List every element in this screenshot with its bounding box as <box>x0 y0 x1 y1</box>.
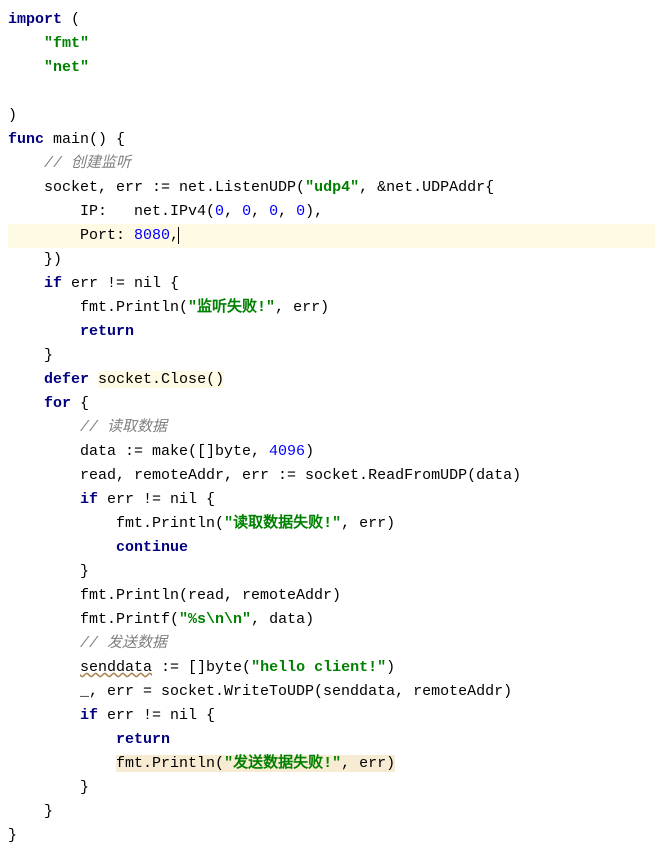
code-line: fmt.Println("发送数据失败!", err) <box>8 752 655 776</box>
ident: err != nil { <box>62 275 179 292</box>
code-line: func main() { <box>8 128 655 152</box>
ident: fmt.Println( <box>116 515 224 532</box>
keyword: if <box>80 491 98 508</box>
text-cursor <box>178 227 179 244</box>
code-line: fmt.Printf("%s\n\n", data) <box>8 608 655 632</box>
number: 4096 <box>269 443 305 460</box>
code-line: _, err = socket.WriteToUDP(senddata, rem… <box>8 680 655 704</box>
ident: ) <box>305 443 314 460</box>
ident: , err) <box>341 755 395 772</box>
ident: fmt.Printf( <box>80 611 179 628</box>
code-line: fmt.Println("读取数据失败!", err) <box>8 512 655 536</box>
ident: } <box>80 563 89 580</box>
code-line: return <box>8 728 655 752</box>
ident: } <box>44 347 53 364</box>
keyword: for <box>44 395 71 412</box>
ident: }) <box>44 251 62 268</box>
ident: fmt.Println( <box>116 755 224 772</box>
code-line: senddata := []byte("hello client!") <box>8 656 655 680</box>
highlight: socket.Close() <box>98 371 224 388</box>
code-line: if err != nil { <box>8 488 655 512</box>
ident: fmt.Println(read, remoteAddr) <box>80 587 341 604</box>
code-line: socket, err := net.ListenUDP("udp4", &ne… <box>8 176 655 200</box>
code-line: // 读取数据 <box>8 416 655 440</box>
ident: err != nil { <box>98 491 215 508</box>
code-line: continue <box>8 536 655 560</box>
ident: ), <box>305 203 323 220</box>
code-line: defer socket.Close() <box>8 368 655 392</box>
code-editor[interactable]: import ( "fmt" "net" ) func main() { // … <box>8 8 655 848</box>
code-line: }) <box>8 248 655 272</box>
ident: := []byte( <box>152 659 251 676</box>
code-line: for { <box>8 392 655 416</box>
ident: main() { <box>53 131 125 148</box>
ident: err != nil { <box>98 707 215 724</box>
ident: } <box>80 779 89 796</box>
code-line: fmt.Println("监听失败!", err) <box>8 296 655 320</box>
ident: socket, err := net.ListenUDP( <box>44 179 305 196</box>
code-line: // 发送数据 <box>8 632 655 656</box>
ident: _, err = socket.WriteToUDP(senddata, rem… <box>80 683 512 700</box>
keyword: return <box>80 323 134 340</box>
string: "监听失败!" <box>188 299 275 316</box>
ident: read, remoteAddr, err := socket.ReadFrom… <box>80 467 521 484</box>
code-line: } <box>8 824 655 848</box>
ident: ) <box>386 659 395 676</box>
keyword: return <box>116 731 170 748</box>
string: "%s\n\n" <box>179 611 251 628</box>
code-line: read, remoteAddr, err := socket.ReadFrom… <box>8 464 655 488</box>
code-line: data := make([]byte, 4096) <box>8 440 655 464</box>
code-line: IP: net.IPv4(0, 0, 0, 0), <box>8 200 655 224</box>
ident: , err) <box>275 299 329 316</box>
ident: fmt.Println( <box>80 299 188 316</box>
string: "fmt" <box>44 35 89 52</box>
string: "hello client!" <box>251 659 386 676</box>
keyword: defer <box>44 371 89 388</box>
keyword: import <box>8 11 62 28</box>
code-line: } <box>8 776 655 800</box>
ident: IP: net.IPv4( <box>80 203 215 220</box>
code-line: // 创建监听 <box>8 152 655 176</box>
keyword: if <box>44 275 62 292</box>
keyword: func <box>8 131 44 148</box>
unreachable-highlight: fmt.Println("发送数据失败!", err) <box>116 755 395 772</box>
warning-underline: senddata <box>80 659 152 676</box>
number: 8080 <box>134 227 170 244</box>
code-line: "fmt" <box>8 32 655 56</box>
ident: , data) <box>251 611 314 628</box>
code-line: return <box>8 320 655 344</box>
ident: } <box>44 803 53 820</box>
ident: Port: <box>80 227 134 244</box>
code-line <box>8 80 655 104</box>
number: 0 <box>269 203 278 220</box>
number: 0 <box>242 203 251 220</box>
number: 0 <box>296 203 305 220</box>
string: "net" <box>44 59 89 76</box>
ident: { <box>71 395 89 412</box>
code-line: } <box>8 344 655 368</box>
ident: , &net.UDPAddr{ <box>359 179 494 196</box>
comment: // 读取数据 <box>80 419 167 436</box>
ident: } <box>8 827 17 844</box>
ident: , err) <box>341 515 395 532</box>
code-line: } <box>8 560 655 584</box>
string: "发送数据失败!" <box>224 755 341 772</box>
code-line: } <box>8 800 655 824</box>
code-line: fmt.Println(read, remoteAddr) <box>8 584 655 608</box>
comment: // 发送数据 <box>80 635 167 652</box>
string: "udp4" <box>305 179 359 196</box>
code-line: "net" <box>8 56 655 80</box>
code-line: if err != nil { <box>8 704 655 728</box>
ident: data := make([]byte, <box>80 443 269 460</box>
code-line: ) <box>8 104 655 128</box>
keyword: continue <box>116 539 188 556</box>
code-line: import ( <box>8 8 655 32</box>
comment: // 创建监听 <box>44 155 131 172</box>
number: 0 <box>215 203 224 220</box>
code-line: if err != nil { <box>8 272 655 296</box>
string: "读取数据失败!" <box>224 515 341 532</box>
code-line-active: Port: 8080, <box>8 224 655 248</box>
keyword: if <box>80 707 98 724</box>
